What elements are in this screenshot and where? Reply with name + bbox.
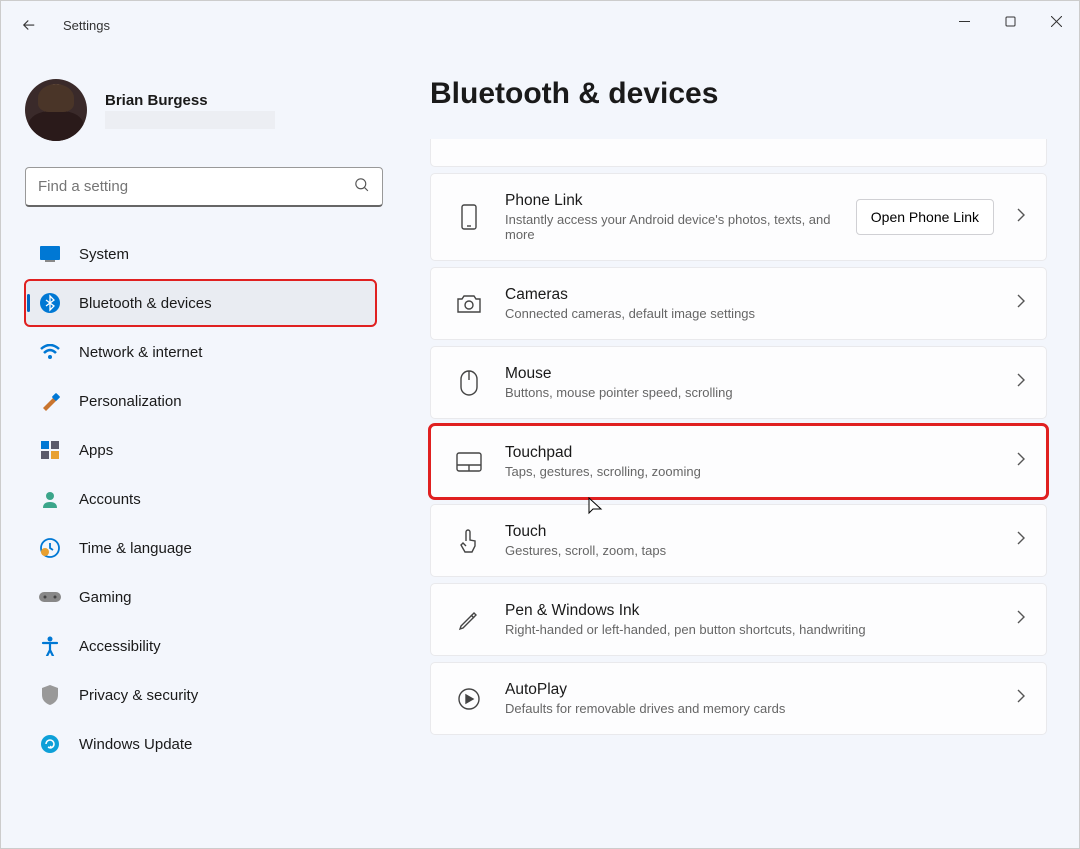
settings-card-touch[interactable]: Touch Gestures, scroll, zoom, taps <box>430 504 1047 577</box>
settings-card-mouse[interactable]: Mouse Buttons, mouse pointer speed, scro… <box>430 346 1047 419</box>
close-button[interactable] <box>1033 1 1079 41</box>
touch-icon <box>455 528 483 554</box>
chevron-right-icon <box>1016 207 1026 228</box>
sidebar-item-label: Bluetooth & devices <box>79 295 212 312</box>
search-icon <box>353 176 370 198</box>
sidebar-item-accessibility[interactable]: Accessibility <box>25 623 376 669</box>
back-button[interactable] <box>15 11 43 39</box>
page-title: Bluetooth & devices <box>430 77 1047 111</box>
sidebar-item-system[interactable]: System <box>25 231 376 277</box>
card-title: Pen & Windows Ink <box>505 602 994 620</box>
sidebar-item-time[interactable]: Time & language <box>25 525 376 571</box>
settings-card-partial[interactable] <box>430 139 1047 167</box>
avatar <box>25 79 87 141</box>
card-title: Touchpad <box>505 444 994 462</box>
person-icon <box>39 488 61 510</box>
sidebar-item-network[interactable]: Network & internet <box>25 329 376 375</box>
sidebar-item-label: Windows Update <box>79 736 192 753</box>
chevron-right-icon <box>1016 293 1026 314</box>
settings-card-pen[interactable]: Pen & Windows Ink Right-handed or left-h… <box>430 583 1047 656</box>
brush-icon <box>39 390 61 412</box>
bluetooth-icon <box>39 292 61 314</box>
apps-icon <box>39 439 61 461</box>
sidebar-item-label: Accounts <box>79 491 141 508</box>
profile-block[interactable]: Brian Burgess <box>25 79 376 141</box>
chevron-right-icon <box>1016 451 1026 472</box>
card-subtitle: Buttons, mouse pointer speed, scrolling <box>505 385 994 400</box>
card-title: Phone Link <box>505 192 834 210</box>
mouse-icon <box>455 370 483 396</box>
open-phone-link-button[interactable]: Open Phone Link <box>856 199 994 235</box>
phone-icon <box>455 204 483 230</box>
sidebar-item-label: System <box>79 246 129 263</box>
settings-card-phone-link[interactable]: Phone Link Instantly access your Android… <box>430 173 1047 261</box>
gamepad-icon <box>39 586 61 608</box>
card-title: Touch <box>505 523 994 541</box>
shield-icon <box>39 684 61 706</box>
wifi-icon <box>39 341 61 363</box>
minimize-button[interactable] <box>941 1 987 41</box>
sidebar-item-bluetooth[interactable]: Bluetooth & devices <box>25 280 376 326</box>
sidebar-item-privacy[interactable]: Privacy & security <box>25 672 376 718</box>
profile-email-redacted <box>105 111 275 129</box>
sidebar-item-label: Privacy & security <box>79 687 198 704</box>
chevron-right-icon <box>1016 372 1026 393</box>
sidebar-item-update[interactable]: Windows Update <box>25 721 376 767</box>
sidebar-item-label: Personalization <box>79 393 182 410</box>
sidebar-item-label: Accessibility <box>79 638 161 655</box>
profile-name: Brian Burgess <box>105 92 275 109</box>
chevron-right-icon <box>1016 609 1026 630</box>
pen-icon <box>455 608 483 632</box>
search-box[interactable] <box>25 167 383 207</box>
sidebar-item-label: Time & language <box>79 540 192 557</box>
card-title: AutoPlay <box>505 681 994 699</box>
card-subtitle: Defaults for removable drives and memory… <box>505 701 994 716</box>
system-icon <box>39 243 61 265</box>
sidebar-item-apps[interactable]: Apps <box>25 427 376 473</box>
card-subtitle: Taps, gestures, scrolling, zooming <box>505 464 994 479</box>
maximize-button[interactable] <box>987 1 1033 41</box>
sidebar-item-personalization[interactable]: Personalization <box>25 378 376 424</box>
card-subtitle: Right-handed or left-handed, pen button … <box>505 622 994 637</box>
search-input[interactable] <box>38 178 353 195</box>
settings-card-cameras[interactable]: Cameras Connected cameras, default image… <box>430 267 1047 340</box>
touchpad-icon <box>455 452 483 472</box>
card-subtitle: Gestures, scroll, zoom, taps <box>505 543 994 558</box>
sidebar-item-label: Apps <box>79 442 113 459</box>
sidebar-item-label: Network & internet <box>79 344 202 361</box>
app-title: Settings <box>63 18 110 33</box>
card-subtitle: Instantly access your Android device's p… <box>505 212 834 242</box>
card-title: Mouse <box>505 365 994 383</box>
chevron-right-icon <box>1016 688 1026 709</box>
camera-icon <box>455 293 483 315</box>
update-icon <box>39 733 61 755</box>
card-subtitle: Connected cameras, default image setting… <box>505 306 994 321</box>
settings-card-touchpad[interactable]: Touchpad Taps, gestures, scrolling, zoom… <box>430 425 1047 498</box>
sidebar-item-label: Gaming <box>79 589 132 606</box>
sidebar-item-accounts[interactable]: Accounts <box>25 476 376 522</box>
settings-card-autoplay[interactable]: AutoPlay Defaults for removable drives a… <box>430 662 1047 735</box>
card-title: Cameras <box>505 286 994 304</box>
sidebar-item-gaming[interactable]: Gaming <box>25 574 376 620</box>
autoplay-icon <box>455 687 483 711</box>
clock-globe-icon <box>39 537 61 559</box>
chevron-right-icon <box>1016 530 1026 551</box>
accessibility-icon <box>39 635 61 657</box>
